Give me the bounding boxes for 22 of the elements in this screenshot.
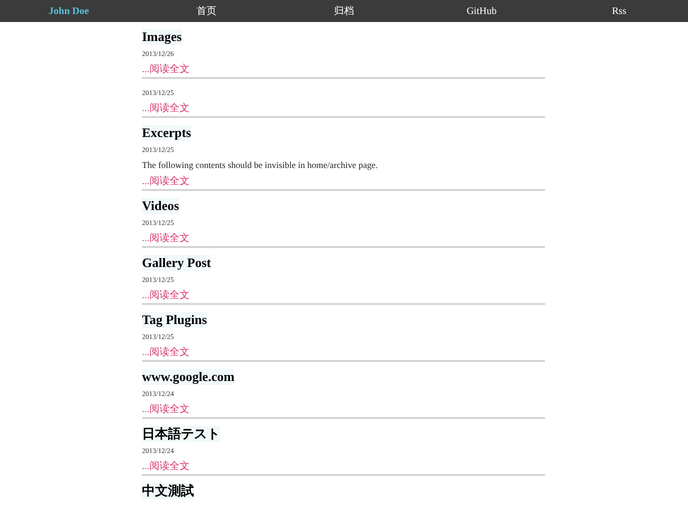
post-title[interactable]: Videos [142, 198, 180, 214]
read-more-link[interactable]: ...阅读全文 [142, 176, 190, 188]
read-more-link[interactable]: ...阅读全文 [142, 102, 190, 114]
read-more-link[interactable]: ...阅读全文 [142, 404, 190, 416]
nav-link[interactable]: 归档 [334, 4, 354, 18]
post-title[interactable]: Gallery Post [142, 255, 211, 271]
nav-link[interactable]: Rss [612, 4, 626, 18]
read-more-link[interactable]: ...阅读全文 [142, 290, 190, 302]
post-excerpt: The following contents should be invisible in home/archive page. [142, 159, 378, 172]
post-title[interactable]: Images [142, 29, 182, 45]
post-title[interactable]: www.google.com [142, 369, 234, 385]
post-title[interactable]: Tag Plugins [142, 312, 207, 328]
post-title[interactable]: Excerpts [142, 125, 192, 141]
read-more-link[interactable]: ...阅读全文 [142, 460, 190, 472]
nav-link[interactable]: 首页 [196, 4, 216, 18]
read-more-link[interactable]: ...阅读全文 [142, 232, 190, 244]
read-more-link[interactable]: ...阅读全文 [142, 64, 190, 76]
nav-link[interactable]: GitHub [466, 4, 497, 18]
post-title[interactable]: 中文測試 [142, 483, 194, 499]
nav-link[interactable]: John Doe [48, 4, 89, 18]
post-title[interactable]: 日本語テスト [142, 426, 220, 442]
read-more-link[interactable]: ...阅读全文 [142, 346, 190, 358]
